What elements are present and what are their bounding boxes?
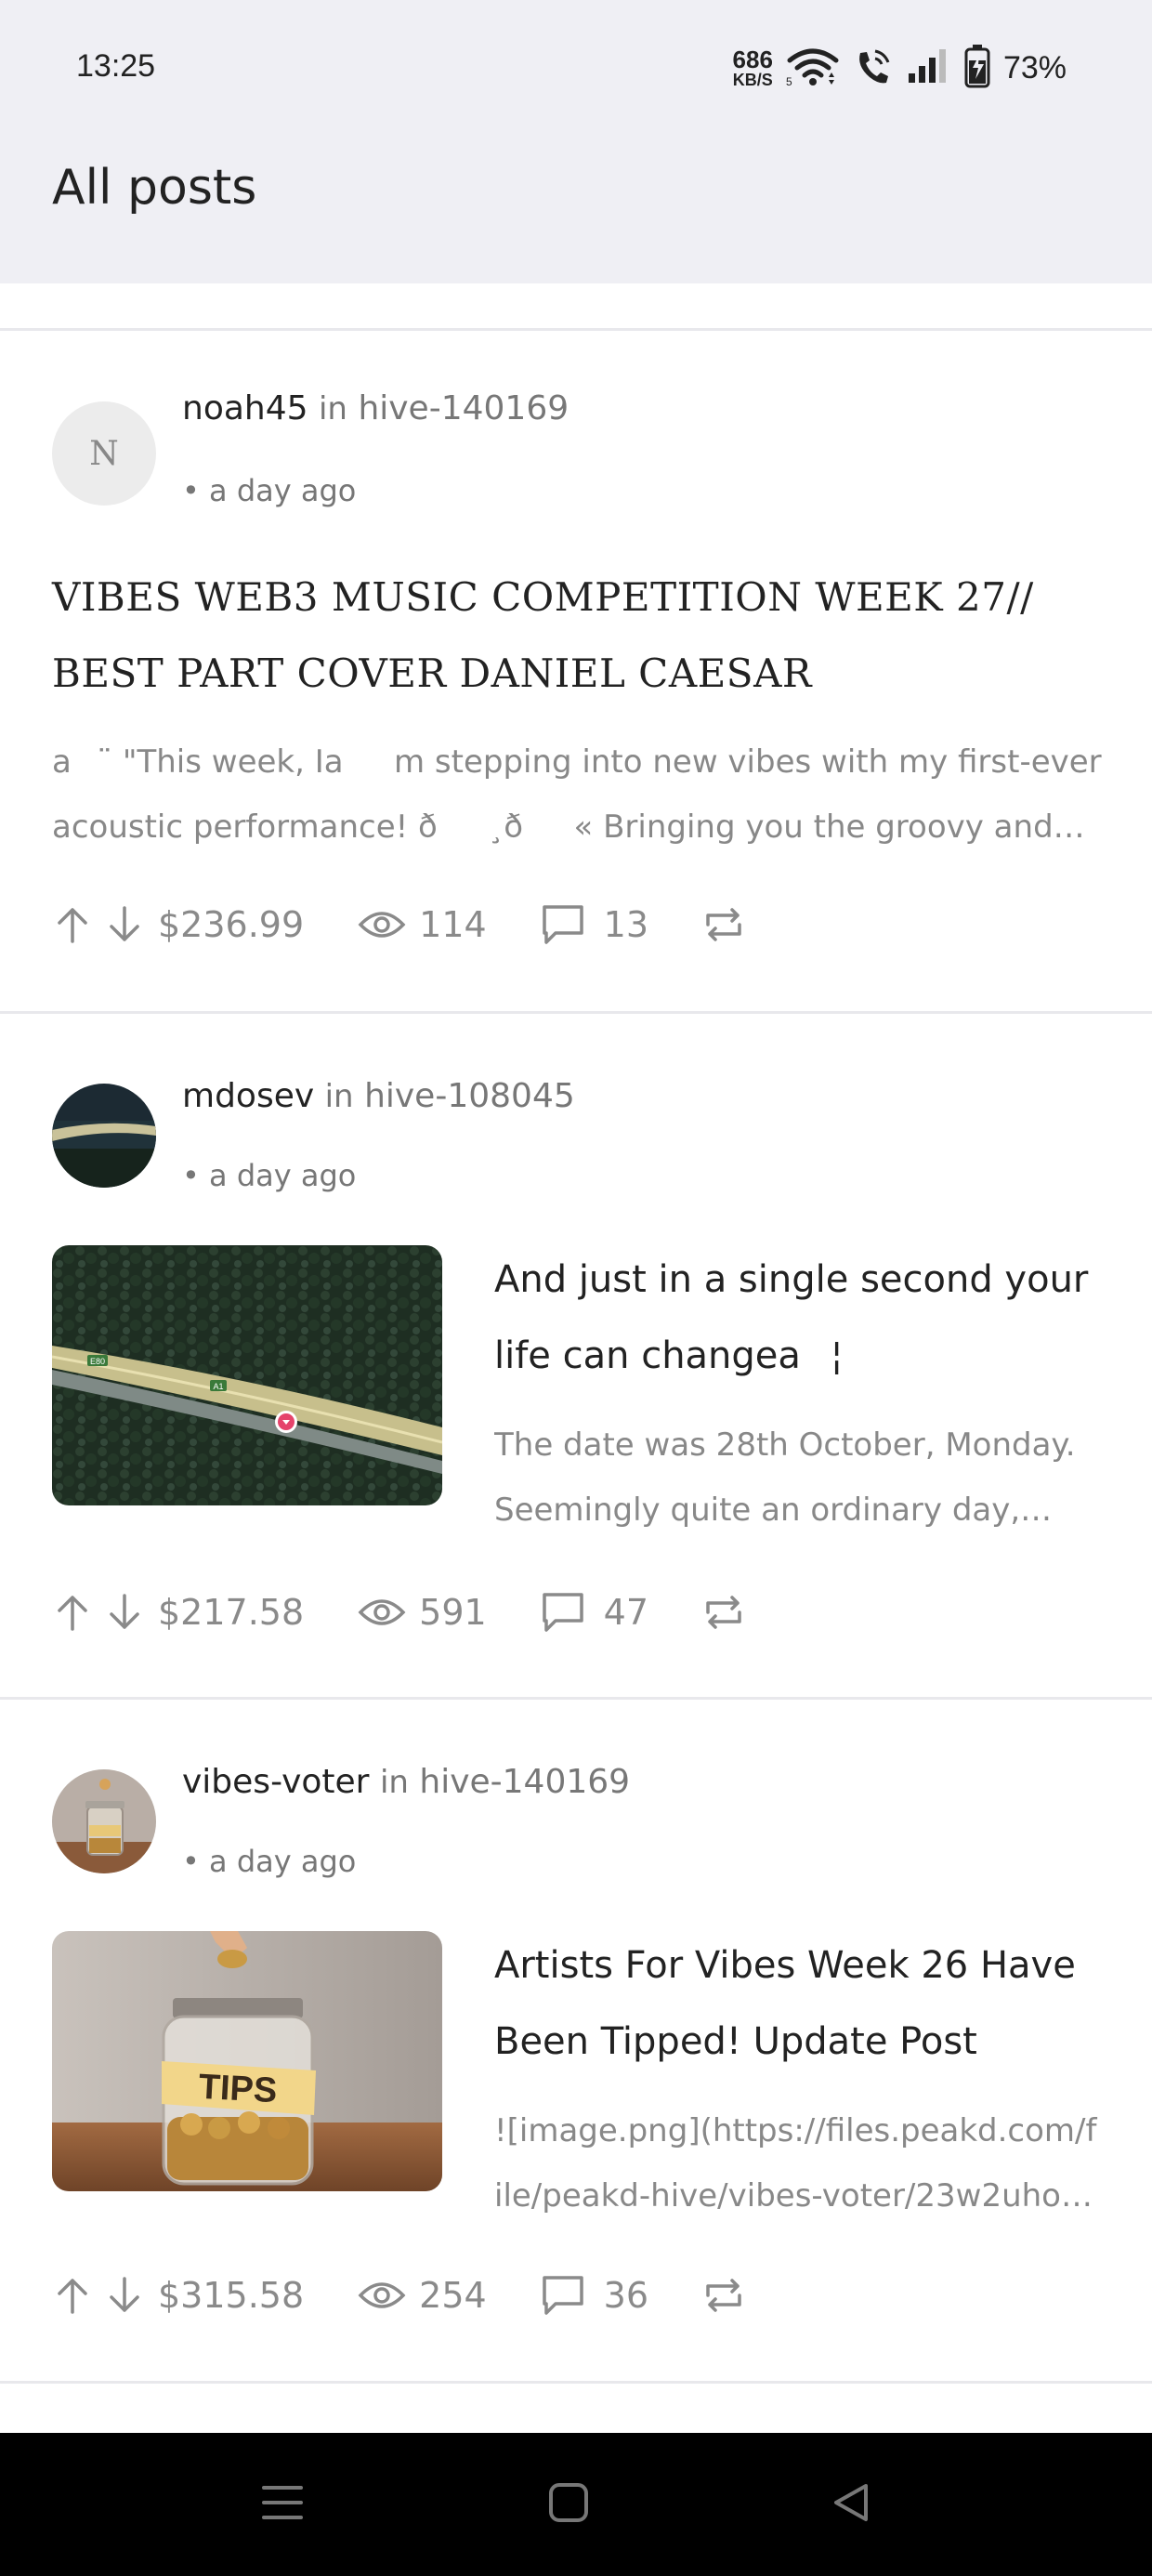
reblog-icon[interactable] xyxy=(702,1592,745,1633)
post-card[interactable]: mdosev in hive-108045 • a day ago E80 A1 xyxy=(0,1014,1152,1695)
post-title[interactable]: Artists For Vibes Week 26 Have Been Tipp… xyxy=(494,1927,1098,2080)
divider xyxy=(0,2381,1152,2384)
author-link[interactable]: noah45 xyxy=(182,389,308,427)
community-link[interactable]: hive-108045 xyxy=(364,1077,575,1115)
post-actions: $315.58 254 36 xyxy=(52,2267,745,2323)
home-icon[interactable] xyxy=(531,2470,606,2535)
downvote-icon[interactable] xyxy=(104,2275,145,2316)
comment-icon[interactable] xyxy=(541,903,585,946)
views-count: 591 xyxy=(419,1592,487,1633)
back-icon[interactable] xyxy=(814,2470,888,2535)
payout-value[interactable]: $217.58 xyxy=(158,1592,304,1633)
status-bar: 13:25 686 KB/S 5 73% xyxy=(0,45,1152,91)
status-time: 13:25 xyxy=(76,48,156,84)
net-speed: 686 KB/S xyxy=(733,47,773,88)
net-speed-value: 686 xyxy=(732,46,773,73)
net-speed-unit: KB/S xyxy=(732,71,773,89)
avatar-letter: N xyxy=(89,434,119,473)
post-card[interactable]: vibes-voter in hive-140169 • a day ago T… xyxy=(0,1700,1152,2381)
post-title[interactable]: VIBES WEB3 MUSIC COMPETITION WEEK 27// B… xyxy=(52,559,1102,712)
views-icon xyxy=(358,1596,406,1629)
in-label: in xyxy=(318,390,347,427)
avatar-image xyxy=(52,1084,156,1188)
jar-label: TIPS xyxy=(198,2068,279,2110)
post-title[interactable]: And just in a single second your life ca… xyxy=(494,1242,1098,1394)
in-label: in xyxy=(379,1764,409,1801)
community-link[interactable]: hive-140169 xyxy=(358,389,569,427)
avatar-image xyxy=(52,1769,156,1873)
payout-value[interactable]: $236.99 xyxy=(158,904,304,945)
map-road-label: E80 xyxy=(90,1357,105,1366)
comment-icon[interactable] xyxy=(541,1591,585,1634)
post-time: • a day ago xyxy=(182,1844,357,1879)
comment-icon[interactable] xyxy=(541,2274,585,2317)
map-road-label: A1 xyxy=(213,1382,223,1391)
views-icon xyxy=(358,2279,406,2312)
avatar[interactable] xyxy=(52,1084,156,1188)
comments-count[interactable]: 47 xyxy=(604,1592,648,1633)
views-count: 114 xyxy=(419,904,487,945)
post-card[interactable]: N noah45 in hive-140169 • a day ago VIBE… xyxy=(0,330,1152,1011)
status-icons: 686 KB/S 5 73% xyxy=(733,45,1067,91)
views-icon xyxy=(358,908,406,941)
author-link[interactable]: vibes-voter xyxy=(182,1763,369,1801)
post-excerpt[interactable]: a¨ "This week, Iam stepping into new … xyxy=(52,729,1102,860)
reblog-icon[interactable] xyxy=(702,2275,745,2316)
community-link[interactable]: hive-140169 xyxy=(419,1763,630,1801)
payout-value[interactable]: $315.58 xyxy=(158,2275,304,2316)
battery-percent: 73% xyxy=(1002,49,1067,85)
post-thumbnail[interactable]: E80 A1 xyxy=(52,1245,442,1505)
downvote-icon[interactable] xyxy=(104,904,145,945)
in-label: in xyxy=(324,1078,354,1115)
post-actions: $217.58 591 47 xyxy=(52,1584,745,1640)
battery-charging-icon xyxy=(964,44,990,92)
comments-count[interactable]: 13 xyxy=(604,904,648,945)
recents-menu-icon[interactable] xyxy=(245,2470,320,2535)
reblog-icon[interactable] xyxy=(702,904,745,945)
post-meta: noah45 in hive-140169 xyxy=(182,389,569,427)
upvote-icon[interactable] xyxy=(52,1592,93,1633)
post-meta: vibes-voter in hive-140169 xyxy=(182,1763,630,1801)
upvote-icon[interactable] xyxy=(52,2275,93,2316)
post-thumbnail[interactable]: TIPS xyxy=(52,1931,442,2191)
wifi-icon: 5 xyxy=(786,46,840,90)
page-title: All posts xyxy=(52,160,257,216)
wifi-calling-icon xyxy=(853,46,894,90)
comments-count[interactable]: 36 xyxy=(604,2275,648,2316)
post-actions: $236.99 114 13 xyxy=(52,897,745,953)
signal-icon xyxy=(907,47,951,88)
satellite-map-image: E80 A1 xyxy=(52,1245,442,1505)
post-excerpt[interactable]: The date was 28th October, Monday. Seemi… xyxy=(494,1413,1098,1543)
post-meta: mdosev in hive-108045 xyxy=(182,1077,575,1115)
svg-text:5: 5 xyxy=(786,75,792,86)
top-app-bar: 13:25 686 KB/S 5 73% All posts xyxy=(0,0,1152,283)
post-excerpt[interactable]: ![image.png](https://files.peakd.com/fil… xyxy=(494,2098,1098,2228)
system-nav-bar xyxy=(0,2433,1152,2576)
post-time: • a day ago xyxy=(182,1158,357,1193)
author-link[interactable]: mdosev xyxy=(182,1077,314,1115)
tips-jar-image: TIPS xyxy=(52,1931,442,2191)
downvote-icon[interactable] xyxy=(104,1592,145,1633)
views-count: 254 xyxy=(419,2275,487,2316)
upvote-icon[interactable] xyxy=(52,904,93,945)
avatar[interactable]: N xyxy=(52,401,156,506)
post-time: • a day ago xyxy=(182,473,357,508)
avatar[interactable] xyxy=(52,1769,156,1873)
